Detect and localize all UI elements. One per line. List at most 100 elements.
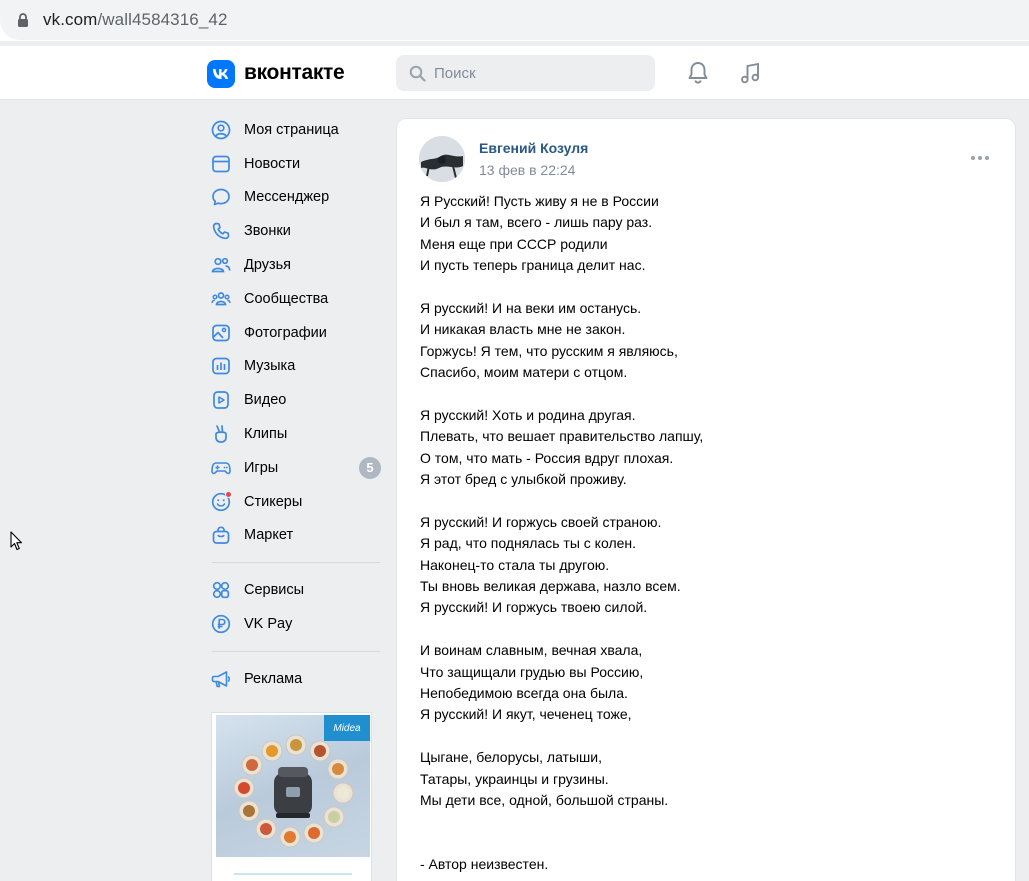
games-count-badge: 5: [359, 456, 381, 479]
post-line: Я русский! И горжусь своей страною.: [420, 513, 662, 530]
sidebar-item-video[interactable]: Видео: [204, 383, 384, 417]
url-path: /wall4584316_42: [97, 10, 228, 29]
sidebar-item-label: Фотографии: [244, 324, 327, 341]
sidebar-item-ads[interactable]: Реклама: [204, 662, 384, 696]
sidebar-item-label: Маркет: [244, 527, 294, 544]
omnibox[interactable]: vk.com/wall4584316_42: [0, 0, 1029, 40]
post-line: Мы дети все, одной, большой страны.: [420, 791, 669, 808]
post-line: И был я там, всего - лишь пару раз.: [420, 214, 653, 231]
sidebar-item-my-page[interactable]: Моя страница: [204, 113, 384, 147]
sidebar-item-friends[interactable]: Друзья: [204, 248, 384, 282]
sidebar-item-clips[interactable]: Клипы: [204, 417, 384, 451]
more-options-icon[interactable]: [970, 154, 990, 162]
vk-logo-icon[interactable]: [207, 60, 235, 88]
sidebar-nav: Моя страница Новости Мессенджер Звонки Д…: [204, 113, 384, 696]
stanza-gap: [420, 490, 980, 511]
music-icon: [212, 358, 230, 375]
sidebar-item-communities[interactable]: Сообщества: [204, 282, 384, 316]
sidebar-divider: [212, 562, 380, 564]
post-line: Я русский! И якут, чеченец тоже,: [420, 706, 632, 723]
post-line: Я русский! И на веки им останусь.: [420, 299, 642, 316]
url-text[interactable]: vk.com/wall4584316_42: [43, 10, 228, 30]
communities-icon: [211, 292, 231, 306]
sidebar-item-services[interactable]: Сервисы: [204, 573, 384, 607]
ad-underline: [234, 873, 352, 875]
post-line: Я этот бред с улыбкой проживу.: [420, 471, 627, 488]
sidebar-item-label: Друзья: [244, 257, 292, 274]
music-note-icon[interactable]: [738, 60, 764, 86]
post-line: Я русский! Хоть и родина другая.: [420, 406, 636, 423]
friends-icon: [211, 257, 231, 273]
post-signature: - Автор неизвестен.: [420, 856, 549, 873]
services-icon: [212, 582, 230, 599]
post-line: Непобедимою всегда она была.: [420, 684, 628, 701]
notification-dot: [225, 490, 232, 498]
wall-post: Евгений Козуля 13 фев в 22:24 Я Русский!…: [396, 118, 1016, 881]
ad-brand-logo: Midea: [324, 715, 370, 741]
message-icon: [212, 189, 230, 206]
stanza-gap: [420, 277, 980, 298]
sidebar-item-label: Игры: [244, 459, 279, 476]
post-line: И воинам славным, вечная хвала,: [420, 642, 643, 659]
post-line: О том, что мать - Россия вдруг плохая.: [420, 449, 674, 466]
sidebar-item-games[interactable]: Игры 5: [204, 451, 384, 485]
video-icon: [213, 391, 229, 410]
sidebar-item-label: Видео: [244, 392, 287, 409]
sidebar-item-calls[interactable]: Звонки: [204, 214, 384, 248]
post-author-name[interactable]: Евгений Козуля: [479, 140, 588, 156]
search-input[interactable]: [434, 55, 644, 91]
sidebar-item-market[interactable]: Маркет: [204, 519, 384, 553]
post-line: Меня еще при СССР родили: [420, 235, 608, 252]
search-icon: [409, 65, 426, 82]
sidebar-divider: [212, 650, 380, 652]
sidebar-ad-banner[interactable]: Midea: [211, 712, 372, 881]
sidebar-item-vk-pay[interactable]: VK Pay: [204, 607, 384, 641]
sidebar-item-stickers[interactable]: Стикеры: [204, 485, 384, 519]
post-line: Я Русский! Пусть живу я не в России: [420, 193, 659, 209]
sidebar-item-label: Мессенджер: [244, 189, 330, 206]
sidebar-item-music[interactable]: Музыка: [204, 350, 384, 384]
sidebar-item-label: Реклама: [244, 670, 303, 687]
vk-header: вконтакте: [0, 46, 1029, 100]
post-line: Спасибо, моим матери с отцом.: [420, 364, 628, 381]
stanza-gap: [420, 726, 980, 747]
lock-icon: [18, 13, 28, 27]
post-line: И пусть теперь граница делит нас.: [420, 257, 646, 274]
ad-image[interactable]: Midea: [216, 715, 370, 857]
post-line: Ты вновь великая держава, назло всем.: [420, 578, 681, 595]
sidebar-item-label: Клипы: [244, 426, 288, 443]
stanza-gap: [420, 619, 980, 640]
post-line: Татары, украинцы и грузины.: [420, 770, 609, 787]
post-date[interactable]: 13 фев в 22:24: [479, 162, 575, 178]
vkpay-icon: [211, 614, 231, 634]
sidebar-item-messenger[interactable]: Мессенджер: [204, 181, 384, 215]
sidebar-item-label: Звонки: [244, 223, 291, 240]
bell-icon[interactable]: [685, 60, 711, 86]
sidebar-item-photos[interactable]: Фотографии: [204, 316, 384, 350]
user-circle-icon: [211, 120, 231, 140]
post-line: Плевать, что вешает правительство лапшу,: [420, 428, 704, 445]
phone-icon: [212, 222, 230, 240]
stanza-gap: [420, 811, 980, 854]
post-line: Я рад, что поднялась ты с колен.: [420, 535, 637, 552]
sidebar-item-label: Музыка: [244, 358, 296, 375]
post-line: Я русский! И горжусь твоею силой.: [420, 599, 648, 616]
post-line: Цыгане, белорусы, латыши,: [420, 749, 602, 766]
url-host: vk.com: [43, 10, 98, 29]
news-icon: [212, 155, 230, 173]
gamepad-icon: [211, 462, 231, 475]
sidebar-item-label: Моя страница: [244, 121, 339, 138]
sidebar-item-news[interactable]: Новости: [204, 147, 384, 181]
search-box[interactable]: [396, 55, 655, 91]
post-line: Горжусь! Я тем, что русским я являюсь,: [420, 342, 678, 359]
sidebar-item-label: VK Pay: [244, 616, 293, 633]
sidebar-item-label: Сервисы: [244, 582, 305, 599]
logo-text[interactable]: вконтакте: [244, 61, 345, 85]
stanza-gap: [420, 384, 980, 405]
post-line: И никакая власть мне не закон.: [420, 321, 626, 338]
sidebar-item-label: Новости: [244, 155, 301, 172]
photo-icon: [212, 324, 230, 342]
post-line: Наконец-то стала ты другою.: [420, 556, 610, 573]
market-bag-icon: [212, 526, 230, 545]
author-avatar[interactable]: [419, 136, 465, 182]
